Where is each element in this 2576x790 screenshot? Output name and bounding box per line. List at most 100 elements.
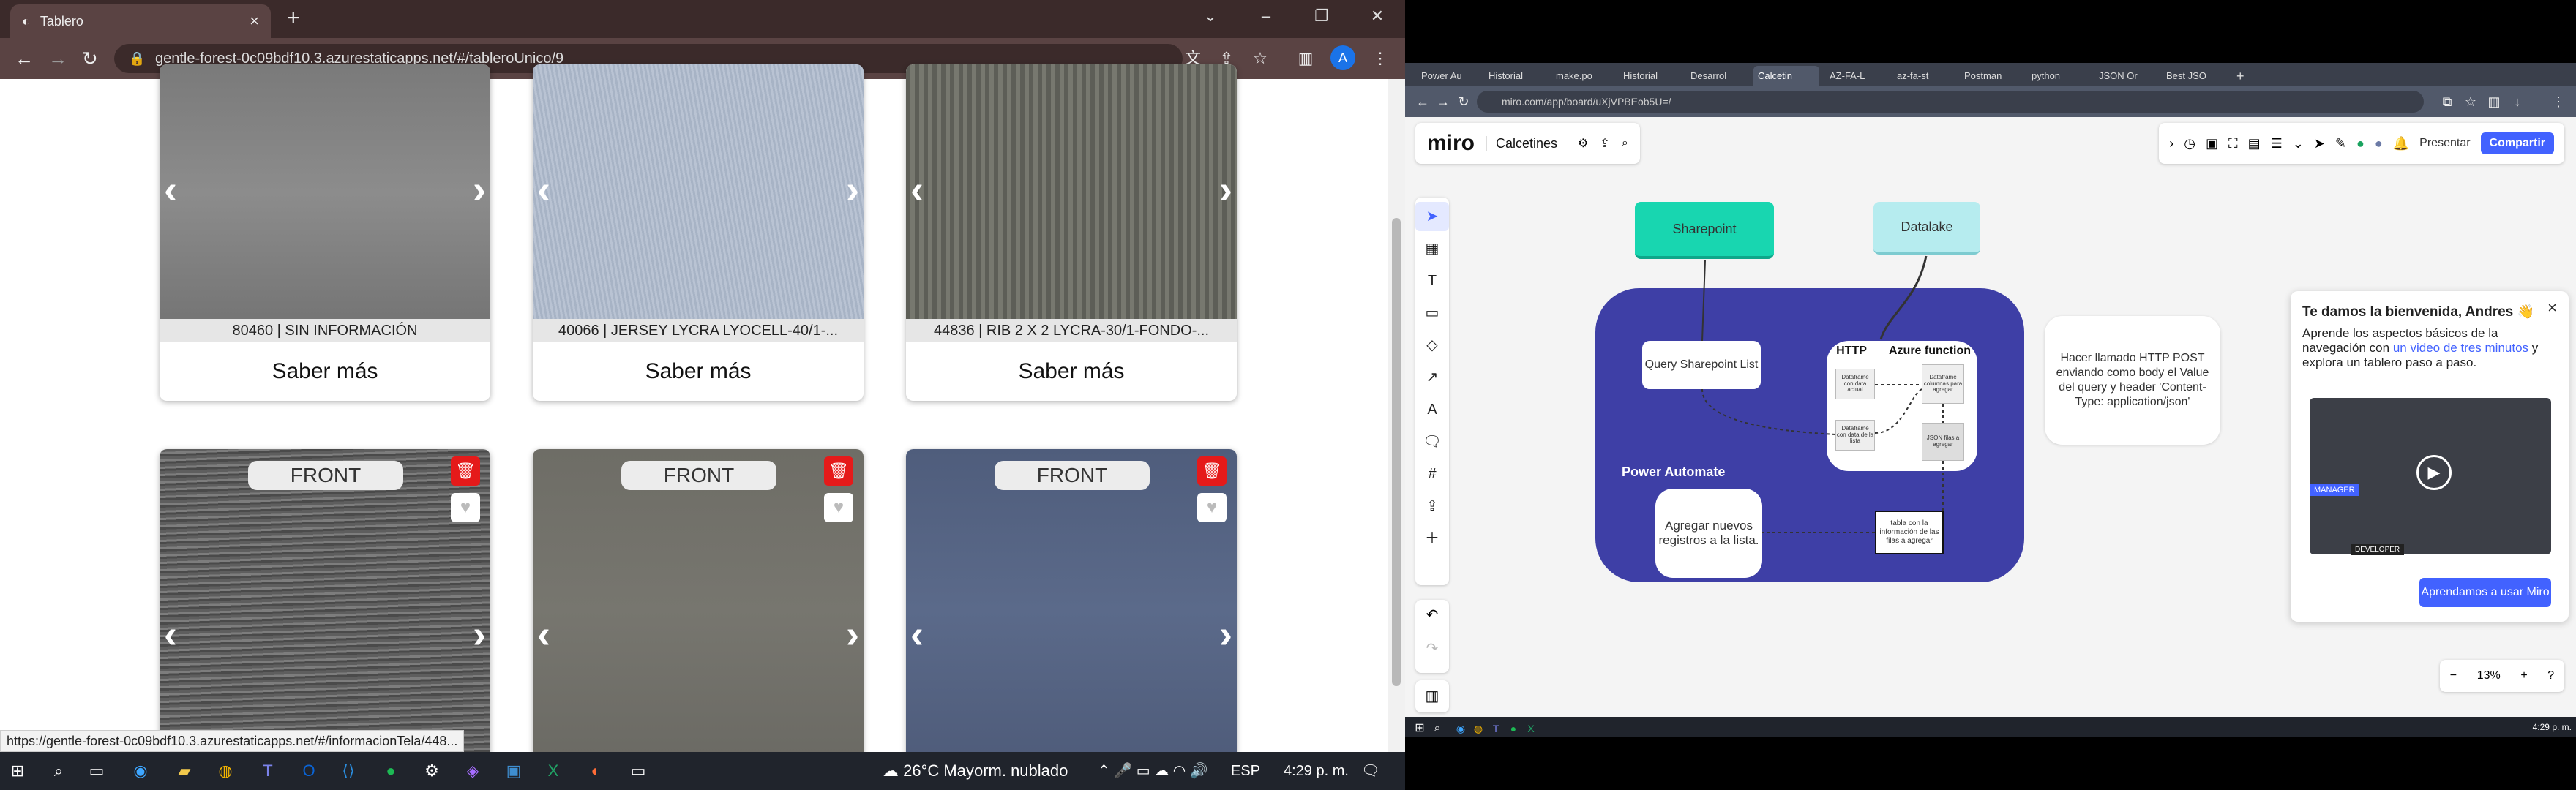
browser-tab[interactable]: Best JSO [2162,66,2223,86]
zoom-level[interactable]: 13% [2477,669,2501,682]
browser-tab-tablero[interactable]: ◐ Tablero × [10,4,271,38]
trash-icon[interactable]: 🗑 [451,456,480,486]
browser-tab[interactable]: JSON Or [2094,66,2156,86]
browser-tab[interactable]: python [2027,66,2089,86]
edge-icon[interactable]: ◉ [129,759,152,783]
next-arrow-icon[interactable]: › [473,614,486,654]
app-icon[interactable]: ▣ [502,759,525,783]
vscode-icon[interactable]: ⟨⟩ [337,759,360,783]
excel-icon[interactable]: X [1519,717,1543,740]
explorer-icon[interactable]: ▰ [173,759,196,783]
menu-icon[interactable]: ⋮ [1368,47,1392,70]
gear-icon[interactable]: ⚙ [420,759,443,783]
chrome-icon[interactable]: ◍ [214,759,237,783]
address-bar[interactable]: miro.com/app/board/uXjVPBEob5U=/ [1477,91,2424,113]
browser-tab[interactable]: Postman [1960,66,2021,86]
postman-icon[interactable]: ◐ [584,759,607,783]
heart-icon[interactable]: ♥ [824,493,853,522]
search-icon[interactable]: ⌕ [1426,717,1449,740]
video-link[interactable]: un video de tres minutos [2393,341,2528,355]
next-arrow-icon[interactable]: › [473,170,486,209]
miro-board-canvas[interactable]: miro Calcetines ⚙ ⇪ ⌕ › ◷ ▣ ⛶ ▤ ☰ ⌄ ➤ ✎ … [1405,117,2576,717]
maximize-button[interactable]: ❐ [1294,0,1349,32]
close-window-button[interactable]: ✕ [1349,0,1405,32]
browser-tab[interactable]: make.po [1551,66,1613,86]
front-label: FRONT [248,461,403,490]
zoom-out-button[interactable]: − [2450,669,2457,682]
close-icon[interactable]: × [2547,298,2557,317]
star-icon[interactable]: ☆ [2459,90,2482,113]
extension-icon[interactable]: ⧉ [2435,90,2459,113]
browser-tab[interactable]: Historial [1619,66,1680,86]
avatar[interactable]: A [1330,45,1355,70]
browser-tab-bar: ◐ Tablero × + ⌄ – ❐ ✕ [0,0,1405,38]
browser-tab[interactable]: Power Au [1417,66,1478,86]
new-tab-button[interactable]: + [287,6,300,31]
scrollbar-thumb[interactable] [1392,218,1401,686]
task-view-icon[interactable]: ▭ [85,759,108,783]
card-caption: 44836 | RIB 2 X 2 LYCRA-30/1-FONDO-... [906,319,1237,342]
prev-arrow-icon[interactable]: ‹ [910,170,924,209]
windows-start-icon[interactable]: ⊞ [6,759,29,783]
minimize-button[interactable]: – [1238,0,1294,32]
menu-icon[interactable]: ⋮ [2547,90,2570,113]
saber-mas-button[interactable]: Saber más [160,342,490,401]
page-scrollbar[interactable] [1388,79,1405,752]
weather[interactable]: ☁ 26°C Mayorm. nublado [883,752,1068,790]
prev-arrow-icon[interactable]: ‹ [164,614,177,654]
prev-arrow-icon[interactable]: ‹ [537,614,550,654]
help-icon[interactable]: ? [2547,669,2554,682]
next-arrow-icon[interactable]: › [846,170,859,209]
forward-button[interactable]: → [48,38,67,79]
reload-button[interactable]: ↻ [82,38,98,79]
next-arrow-icon[interactable]: › [846,614,859,654]
fabric-card: ‹ › 80460 | SIN INFORMACIÓN Saber más [160,64,490,401]
excel-icon[interactable]: X [542,759,565,783]
zoom-in-button[interactable]: + [2520,669,2527,682]
browser-tab[interactable]: Desarrol [1686,66,1748,86]
card-caption: 40066 | JERSEY LYCRA LYOCELL-40/1-... [533,319,864,342]
learn-miro-button[interactable]: Aprendamos a usar Miro [2419,578,2551,607]
status-url-tooltip: https://gentle-forest-0c09bdf10.3.azures… [0,730,465,752]
taskbar: ⊞ ⌕ ▭ ◉ ▰ ◍ T O ⟨⟩ ● ⚙ ◈ ▣ X ◐ ▭ ☁ 26°C … [0,752,1405,790]
download-icon[interactable]: ↓ [2506,90,2529,113]
next-arrow-icon[interactable]: › [1219,170,1232,209]
chevron-down-icon[interactable]: ⌄ [1183,0,1238,32]
heart-icon[interactable]: ♥ [1197,493,1227,522]
browser-tab-active[interactable]: Calcetin [1753,66,1819,86]
close-tab-icon[interactable]: × [250,12,259,31]
teams-icon[interactable]: T [256,759,280,783]
sidepanel-icon[interactable]: ▥ [2482,90,2506,113]
browser-tab[interactable]: Historial [1484,66,1546,86]
outlook-icon[interactable]: O [297,759,321,783]
app-icon[interactable]: ◈ [461,759,484,783]
sticky-note[interactable]: Hacer llamado HTTP POST enviando como bo… [2045,316,2220,445]
star-icon[interactable]: ☆ [1248,47,1272,70]
heart-icon[interactable]: ♥ [451,493,480,522]
tray-icons[interactable]: ⌃ 🎤 ▭ ☁ ◠ 🔊 [1098,752,1208,790]
trash-icon[interactable]: 🗑 [1197,456,1227,486]
reload-button[interactable]: ↻ [1452,90,1475,113]
trash-icon[interactable]: 🗑 [824,456,853,486]
language[interactable]: ESP [1231,752,1260,790]
terminal-icon[interactable]: ▭ [626,759,650,783]
clock[interactable]: 4:29 p. m. [2533,717,2572,737]
search-icon[interactable]: ⌕ [47,759,70,783]
browser-tab[interactable]: AZ-FA-L [1825,66,1887,86]
notification-icon[interactable]: 🗨 [1361,752,1379,790]
spotify-icon[interactable]: ● [379,759,402,783]
back-button[interactable]: ← [15,38,34,79]
clock[interactable]: 4:29 p. m. [1284,752,1349,790]
new-tab-button[interactable]: + [2232,66,2254,86]
prev-arrow-icon[interactable]: ‹ [537,170,550,209]
fabric-image [533,449,864,771]
prev-arrow-icon[interactable]: ‹ [164,170,177,209]
saber-mas-button[interactable]: Saber más [533,342,864,401]
sidepanel-icon[interactable]: ▥ [1294,47,1317,70]
browser-tab[interactable]: az-fa-st [1892,66,1954,86]
play-icon[interactable]: ▶ [2416,455,2452,490]
saber-mas-button[interactable]: Saber más [906,342,1237,401]
onboarding-video[interactable]: ▶ MANAGER DEVELOPER [2310,398,2551,555]
prev-arrow-icon[interactable]: ‹ [910,614,924,654]
next-arrow-icon[interactable]: › [1219,614,1232,654]
